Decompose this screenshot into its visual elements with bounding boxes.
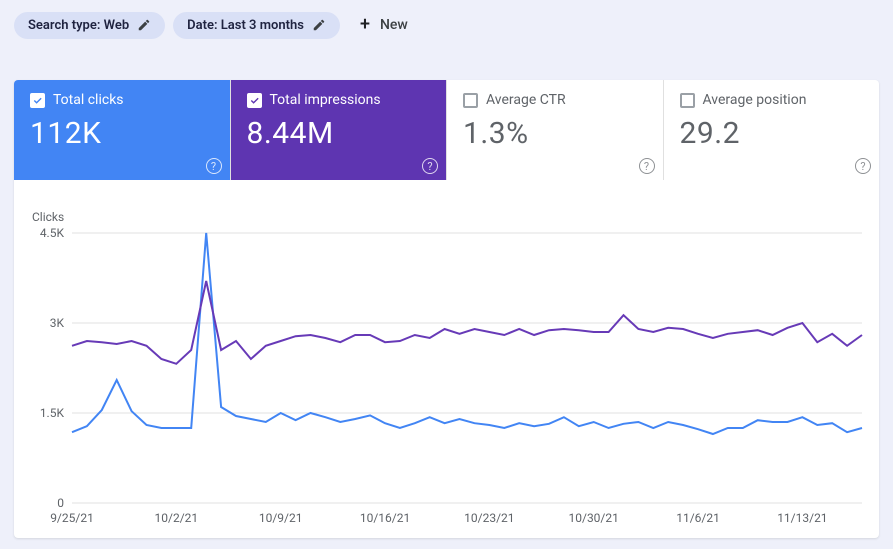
svg-text:4.5K: 4.5K	[40, 228, 65, 240]
metric-value: 8.44M	[247, 116, 431, 151]
svg-text:11/6/21: 11/6/21	[676, 511, 720, 525]
line-chart: 0 1.5K 3K 4.5K 9/25/21 10/2/21 10/9/21 10/16/21…	[32, 228, 872, 528]
svg-text:0: 0	[57, 496, 64, 510]
svg-text:1.5K: 1.5K	[40, 406, 65, 420]
svg-text:3K: 3K	[50, 316, 65, 330]
metric-average-ctr[interactable]: Average CTR 1.3% ?	[447, 80, 664, 180]
svg-text:10/2/21: 10/2/21	[155, 511, 199, 525]
metric-label: Average position	[703, 92, 807, 108]
checkbox-checked-icon	[30, 93, 45, 108]
metric-row: Total clicks 112K ? Total impressions 8.…	[14, 80, 879, 180]
svg-text:10/23/21: 10/23/21	[464, 511, 514, 525]
metric-average-position[interactable]: Average position 29.2 ?	[664, 80, 880, 180]
metric-total-impressions[interactable]: Total impressions 8.44M ?	[231, 80, 448, 180]
new-filter-label: New	[380, 17, 408, 33]
metric-value: 29.2	[680, 116, 864, 151]
svg-text:9/25/21: 9/25/21	[50, 511, 94, 525]
metric-label: Average CTR	[486, 92, 566, 108]
checkbox-checked-icon	[247, 93, 262, 108]
pencil-icon	[312, 18, 326, 32]
new-filter-button[interactable]: + New	[348, 10, 420, 40]
checkbox-unchecked-icon	[680, 93, 695, 108]
svg-text:10/9/21: 10/9/21	[259, 511, 303, 525]
help-icon[interactable]: ?	[855, 158, 871, 174]
filter-bar: Search type: Web Date: Last 3 months + N…	[0, 0, 893, 50]
chip-label: Search type: Web	[28, 18, 129, 33]
metric-total-clicks[interactable]: Total clicks 112K ?	[14, 80, 231, 180]
svg-text:11/13/21: 11/13/21	[777, 511, 827, 525]
chip-date[interactable]: Date: Last 3 months	[173, 12, 340, 39]
svg-text:10/30/21: 10/30/21	[569, 511, 619, 525]
chart-area: Clicks 0 1.5K 3K 4.5K 9/25/21 10/2/21 10/9/21 1…	[14, 180, 879, 538]
checkbox-unchecked-icon	[463, 93, 478, 108]
chip-search-type[interactable]: Search type: Web	[14, 12, 165, 39]
performance-card: Total clicks 112K ? Total impressions 8.…	[14, 80, 879, 538]
y-axis-title: Clicks	[32, 210, 869, 224]
plus-icon: +	[360, 16, 370, 34]
metric-label: Total clicks	[53, 92, 124, 108]
metric-value: 1.3%	[463, 116, 647, 151]
metric-label: Total impressions	[270, 92, 381, 108]
help-icon[interactable]: ?	[422, 158, 438, 174]
pencil-icon	[137, 18, 151, 32]
help-icon[interactable]: ?	[206, 158, 222, 174]
metric-value: 112K	[30, 116, 214, 151]
chip-label: Date: Last 3 months	[187, 18, 304, 33]
svg-text:10/16/21: 10/16/21	[360, 511, 410, 525]
help-icon[interactable]: ?	[639, 158, 655, 174]
